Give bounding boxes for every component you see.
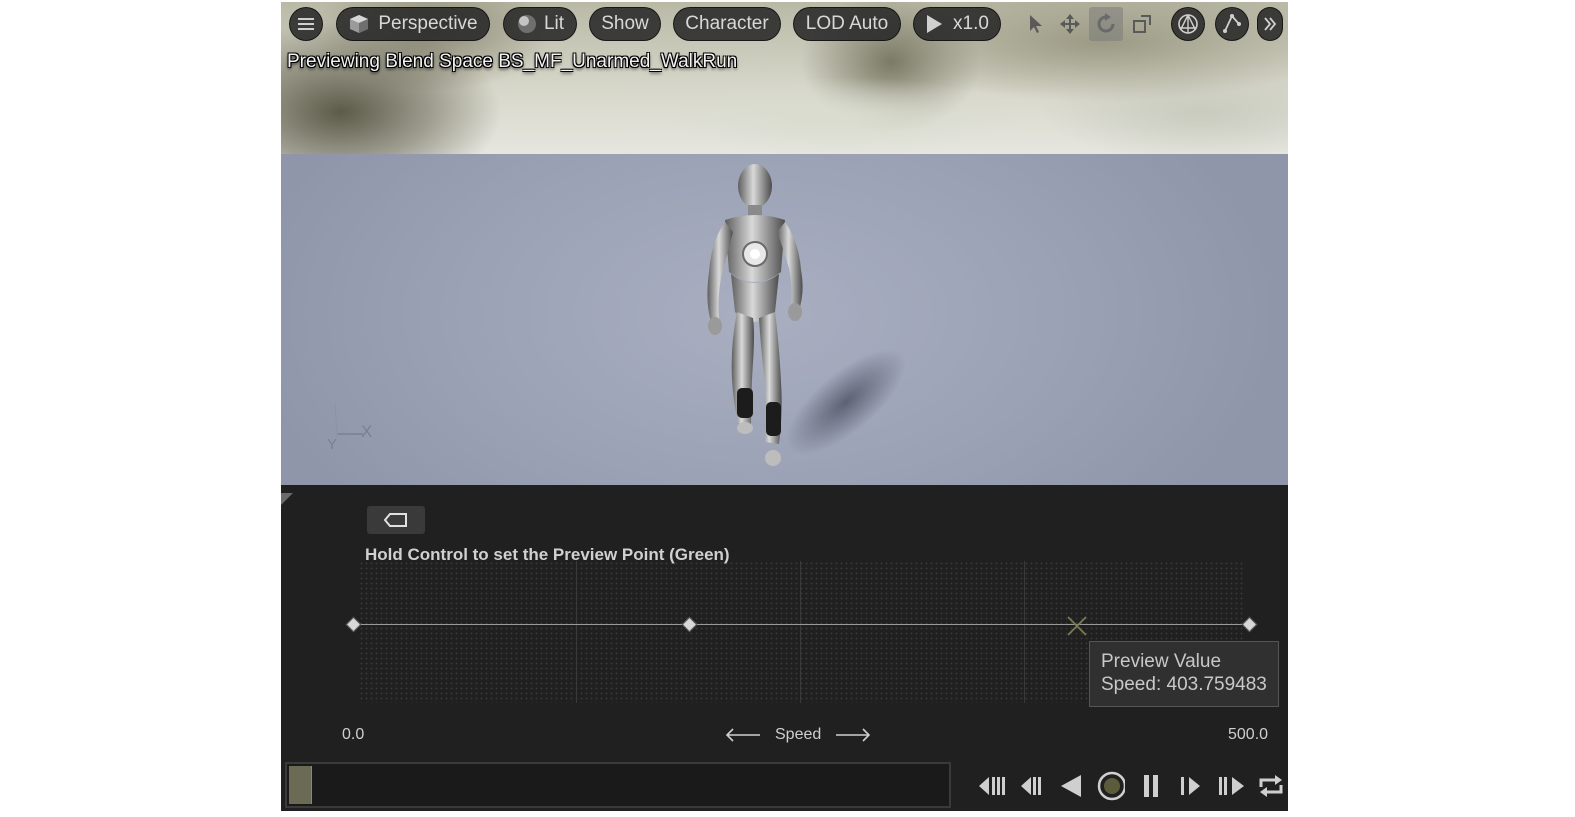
skip-to-start-icon <box>979 777 1005 795</box>
preview-point-marker[interactable] <box>1066 616 1087 636</box>
viewport-menu-button[interactable] <box>289 7 323 41</box>
preview-title: Previewing Blend Space BS_MF_Unarmed_Wal… <box>287 51 738 72</box>
preview-viewport[interactable]: Perspective Lit Show Character LOD Auto … <box>281 2 1288 485</box>
play-rate-button[interactable]: x1.0 <box>913 7 1001 41</box>
snap-icon <box>1223 14 1241 33</box>
select-icon <box>1030 15 1042 33</box>
step-forward-icon <box>1181 777 1200 795</box>
tooltip-value: Speed: 403.759483 <box>1101 674 1267 695</box>
perspective-label: Perspective <box>378 13 478 34</box>
loop-button[interactable] <box>1257 770 1285 802</box>
arrow-right-icon <box>836 728 871 742</box>
select-mode-button[interactable] <box>1019 7 1053 41</box>
translate-mode-button[interactable] <box>1053 7 1087 41</box>
transport-controls <box>977 767 1285 805</box>
character-button[interactable]: Character <box>673 7 781 41</box>
character-label: Character <box>685 13 769 34</box>
axis-min-label: 0.0 <box>342 726 365 743</box>
snap-button[interactable] <box>1215 7 1249 41</box>
pause-icon <box>1144 775 1158 797</box>
lod-label: LOD Auto <box>805 13 889 34</box>
lit-button[interactable]: Lit <box>503 7 577 41</box>
record-icon <box>1097 771 1125 801</box>
timeline-track[interactable] <box>285 762 951 808</box>
cube-icon <box>350 15 369 33</box>
step-back-button[interactable] <box>1017 770 1045 802</box>
blend-axis-line <box>353 624 1249 625</box>
sample-point[interactable] <box>1241 616 1258 633</box>
preview-value-tooltip: Preview Value Speed: 403.759483 <box>1089 641 1279 707</box>
pause-button[interactable] <box>1137 770 1165 802</box>
play-reverse-icon <box>1061 775 1081 797</box>
show-button[interactable]: Show <box>589 7 661 41</box>
grid-line <box>576 561 577 703</box>
step-back-icon <box>1021 777 1041 795</box>
menu-icon <box>298 18 314 30</box>
overflow-button[interactable] <box>1257 7 1283 41</box>
mannequin-character <box>707 164 803 466</box>
skip-to-end-icon <box>1219 777 1244 795</box>
axis-gizmo-lines <box>334 401 363 435</box>
loop-icon <box>1259 775 1283 797</box>
collapse-triangle-icon[interactable] <box>281 493 293 505</box>
tag-button[interactable] <box>367 506 425 534</box>
scale-mode-button[interactable] <box>1125 7 1159 41</box>
scale-icon <box>1133 15 1151 33</box>
skip-to-start-button[interactable] <box>977 770 1005 802</box>
grid-line <box>1024 561 1025 703</box>
axis-max-label: 500.0 <box>1228 726 1269 743</box>
skip-to-end-button[interactable] <box>1217 770 1245 802</box>
rotate-mode-button[interactable] <box>1089 7 1123 41</box>
sphere-icon <box>517 15 536 33</box>
play-icon <box>927 15 943 33</box>
axis-y-label: Y <box>327 436 338 453</box>
translate-icon <box>1060 14 1080 34</box>
world-local-icon <box>1178 14 1198 34</box>
grid-line <box>800 561 801 703</box>
play-rate-label: x1.0 <box>953 13 989 34</box>
step-forward-button[interactable] <box>1177 770 1205 802</box>
tooltip-title: Preview Value <box>1101 651 1222 672</box>
axis-label: Speed <box>775 726 822 743</box>
axis-label-group: Speed <box>725 725 871 745</box>
world-local-button[interactable] <box>1171 7 1205 41</box>
rotate-icon <box>1097 13 1115 33</box>
axis-x-label: X <box>361 422 373 441</box>
perspective-button[interactable]: Perspective <box>336 7 490 41</box>
lod-button[interactable]: LOD Auto <box>793 7 901 41</box>
timeline-scrubber[interactable] <box>289 766 312 804</box>
blend-space-panel: Hold Control to set the Preview Point (G… <box>281 485 1288 811</box>
play-reverse-button[interactable] <box>1057 770 1085 802</box>
lit-label: Lit <box>543 13 565 34</box>
overflow-chevron-icon <box>1264 17 1277 31</box>
record-button[interactable] <box>1097 770 1125 802</box>
blend-space-editor: Perspective Lit Show Character LOD Auto … <box>281 2 1288 811</box>
show-label: Show <box>601 13 649 34</box>
arrow-left-icon <box>725 728 760 742</box>
axis-gizmo: X Y <box>323 394 383 464</box>
tag-icon <box>383 513 407 527</box>
